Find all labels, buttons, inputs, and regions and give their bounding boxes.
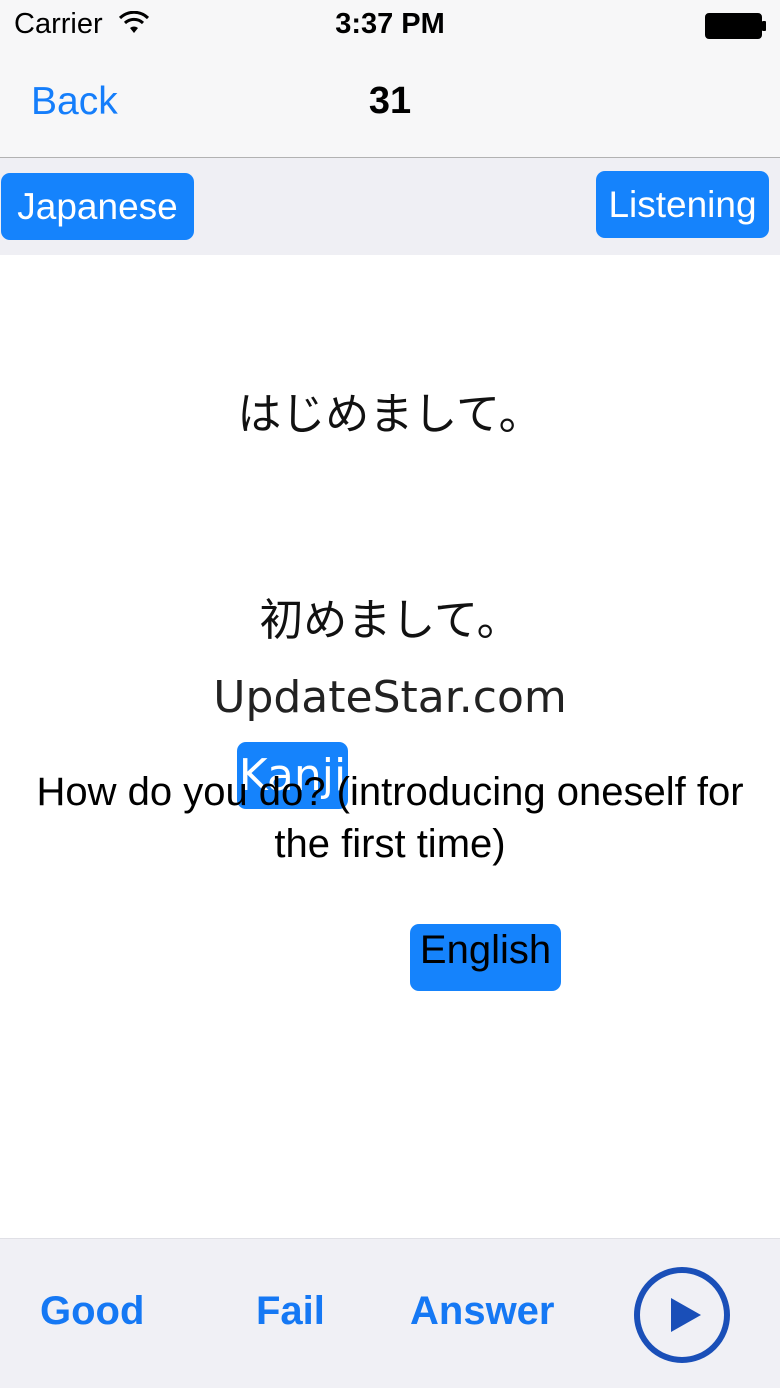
answer-button[interactable]: Answer (410, 1289, 555, 1334)
listening-button[interactable]: Listening (596, 171, 769, 238)
play-icon[interactable] (632, 1265, 732, 1365)
english-button[interactable]: English (410, 924, 561, 991)
bottom-toolbar: Good Fail Answer (0, 1238, 780, 1388)
japanese-button[interactable]: Japanese (1, 173, 194, 240)
kanji-text: 初めまして。 (259, 595, 521, 646)
page-title: 31 (368, 80, 412, 122)
battery-icon (705, 13, 766, 39)
english-translation: How do you do? (introducing oneself for … (36, 770, 744, 866)
watermark-text: UpdateStar.com (213, 672, 567, 723)
good-button[interactable]: Good (40, 1289, 144, 1334)
navigation-bar: Back 31 (0, 50, 780, 158)
fail-button[interactable]: Fail (256, 1289, 325, 1334)
mode-selector: Japanese Kanji English Listening (0, 158, 780, 991)
status-time: 3:37 PM (335, 8, 445, 40)
kana-text: はじめまして。 (237, 389, 543, 440)
status-bar: Carrier 3:37 PM (0, 0, 780, 50)
